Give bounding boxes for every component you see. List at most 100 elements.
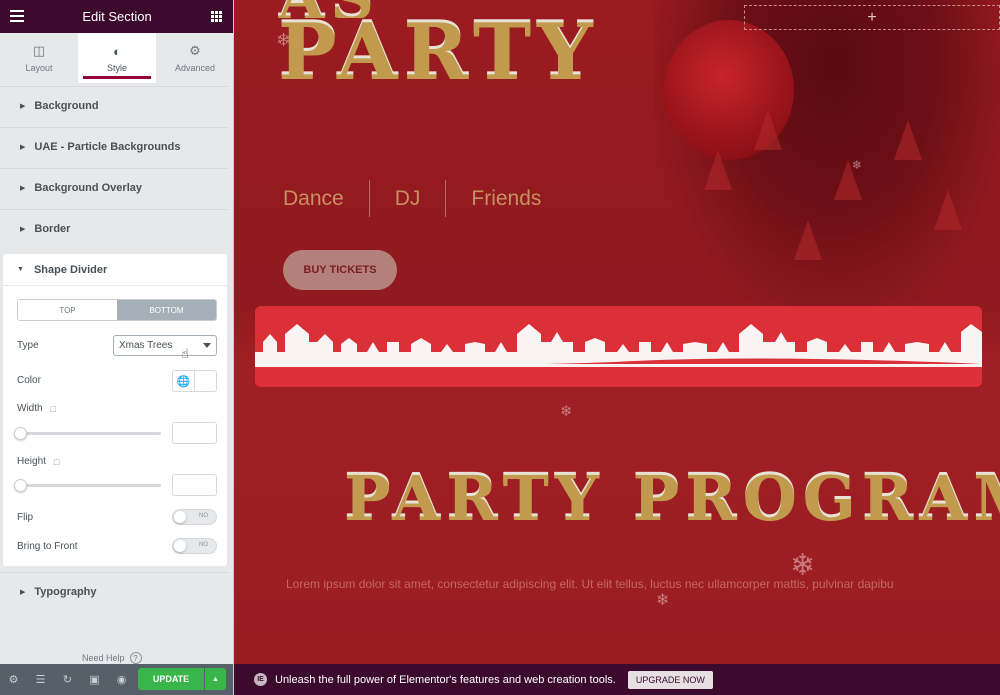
feature-links: Dance DJ Friends (283, 180, 541, 217)
toggle-text: NO (199, 513, 208, 519)
height-label: Height □ (17, 456, 59, 467)
width-slider[interactable] (14, 427, 161, 440)
section-border[interactable]: ▶ Border (0, 209, 228, 247)
toggle-knob (174, 540, 186, 552)
link-friends[interactable]: Friends (471, 187, 541, 211)
link-dj[interactable]: DJ (395, 187, 421, 211)
bring-to-front-label: Bring to Front (17, 541, 78, 552)
add-section-placeholder[interactable]: + (744, 5, 1000, 30)
top-button[interactable]: TOP (18, 300, 117, 320)
background-tree (704, 150, 732, 190)
hamburger-menu-icon[interactable] (10, 10, 24, 22)
hand-cursor-icon: ☝ (181, 346, 189, 361)
label-text: Type (17, 340, 39, 351)
panel-tabs: ◫ Layout ◐ Style ⚙ Advanced (0, 33, 233, 83)
background-tree (934, 190, 962, 230)
color-swatch[interactable] (195, 371, 216, 391)
flip-toggle[interactable]: NO (172, 509, 217, 525)
heading-line: PARTY (278, 7, 599, 98)
tab-style[interactable]: ◐ Style (78, 33, 156, 83)
label-text: Bring to Front (17, 541, 78, 552)
divider (445, 180, 447, 217)
monitor-icon[interactable]: □ (51, 404, 56, 414)
promo-message: Unleash the full power of Elementor's fe… (275, 673, 616, 686)
slider-handle[interactable] (14, 479, 27, 492)
shape-divider-header[interactable]: ▼ Shape Divider (3, 254, 227, 286)
type-select[interactable]: Xmas Trees (113, 335, 217, 356)
tab-label: Style (106, 62, 127, 73)
height-slider[interactable] (14, 479, 161, 492)
globe-icon[interactable]: 🌐 (173, 371, 195, 391)
update-options-caret-icon[interactable]: ▲ (205, 668, 226, 690)
need-help-link[interactable]: Need Help ? (82, 652, 142, 664)
layers-icon[interactable]: ☰ (27, 673, 54, 686)
help-icon: ? (129, 652, 142, 664)
height-input[interactable] (172, 474, 217, 496)
label-text: Height (17, 456, 46, 467)
sidebar-footer: ⚙ ☰ ↻ ▣ ◉ UPDATE ▲ (0, 664, 233, 695)
section-background-overlay[interactable]: ▶ Background Overlay (0, 168, 228, 206)
party-heading: AS PARTY (278, 0, 599, 92)
type-label: Type (17, 340, 39, 351)
caret-right-icon: ▶ (20, 225, 26, 233)
section-background[interactable]: ▶ Background (0, 86, 228, 124)
section-particle-backgrounds[interactable]: ▶ UAE - Particle Backgrounds (0, 127, 228, 165)
select-value: Xmas Trees (119, 340, 173, 351)
caret-right-icon: ▶ (20, 184, 26, 192)
section-label: Border (34, 222, 71, 235)
layout-icon: ◫ (32, 43, 46, 58)
section-label: Shape Divider (33, 263, 108, 276)
label-text: Flip (17, 512, 34, 523)
section-typography[interactable]: ▶ Typography (0, 572, 228, 610)
shape-divider-preview[interactable] (255, 306, 982, 387)
section-label: Background (34, 99, 99, 112)
caret-right-icon: ▶ (20, 588, 26, 596)
snowflake-icon: ❄ (656, 592, 670, 609)
contrast-icon: ◐ (113, 43, 121, 59)
update-button[interactable]: UPDATE (138, 668, 204, 690)
xmas-trees-shape (255, 324, 982, 367)
plus-icon[interactable]: + (867, 9, 876, 27)
elementor-logo-icon: IE (254, 673, 267, 686)
monitor-icon[interactable]: □ (54, 457, 59, 467)
width-input[interactable] (172, 422, 217, 444)
bring-to-front-toggle[interactable]: NO (172, 538, 217, 554)
slider-handle[interactable] (14, 427, 27, 440)
tab-advanced[interactable]: ⚙ Advanced (156, 33, 233, 83)
caret-right-icon: ▶ (20, 102, 26, 110)
need-help-text: Need Help (82, 653, 125, 663)
tab-layout[interactable]: ◫ Layout (0, 33, 78, 83)
color-label: Color (17, 375, 41, 386)
section-label: UAE - Particle Backgrounds (34, 140, 181, 153)
sidebar-header: Edit Section (0, 0, 233, 33)
editor-sidebar: Edit Section ◫ Layout ◐ Style ⚙ Advanced… (0, 0, 234, 695)
label-text: Color (17, 375, 41, 386)
buy-tickets-button[interactable]: BUY TICKETS (283, 250, 397, 290)
label-text: Width (17, 403, 43, 414)
snowflake-icon: ❄ (852, 158, 863, 172)
caret-right-icon: ▶ (20, 143, 26, 151)
widgets-grid-icon[interactable] (211, 11, 222, 22)
settings-icon[interactable]: ⚙ (0, 673, 27, 686)
gear-icon: ⚙ (189, 43, 201, 58)
section-label: Background Overlay (34, 181, 142, 194)
color-picker[interactable]: 🌐 (172, 370, 217, 392)
background-tree (754, 110, 782, 150)
panel-title: Edit Section (82, 9, 152, 24)
background-tree (794, 220, 822, 260)
bottom-button[interactable]: BOTTOM (117, 300, 216, 320)
upgrade-now-button[interactable]: UPGRADE NOW (627, 670, 713, 689)
preview-eye-icon[interactable]: ◉ (108, 673, 135, 686)
divider (368, 180, 370, 217)
flip-label: Flip (17, 512, 33, 523)
width-label: Width □ (17, 403, 56, 414)
promo-bar: IE Unleash the full power of Elementor's… (234, 664, 1000, 695)
responsive-icon[interactable]: ▣ (81, 673, 108, 686)
caret-down-icon: ▼ (17, 266, 24, 273)
history-icon[interactable]: ↻ (54, 673, 81, 686)
link-dance[interactable]: Dance (283, 187, 344, 211)
top-bottom-switcher: TOP BOTTOM (17, 299, 217, 321)
section-label: Typography (34, 585, 97, 598)
toggle-text: NO (199, 542, 208, 548)
tab-label: Advanced (174, 63, 216, 73)
